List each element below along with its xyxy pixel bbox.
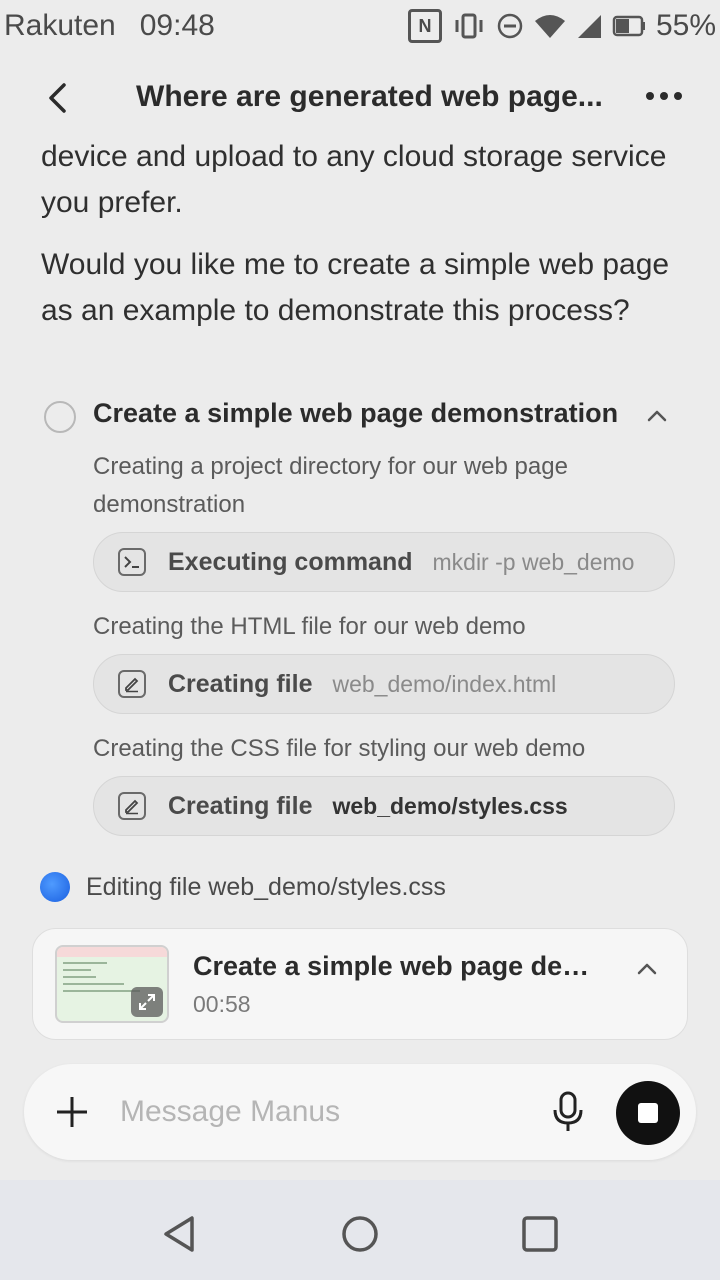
expand-icon[interactable] (131, 987, 163, 1017)
task-card-title: Create a simple web page demonstration (193, 951, 613, 981)
stop-button[interactable] (616, 1081, 680, 1145)
action-argument: web_demo/styles.css (332, 792, 568, 819)
file-preview-thumbnail[interactable] (55, 945, 169, 1023)
chevron-up-icon[interactable] (645, 404, 669, 428)
action-label: Creating file (168, 669, 313, 698)
status-icons: N 55% (407, 9, 716, 43)
terminal-icon (118, 548, 146, 576)
carrier-label: Rakuten (4, 9, 116, 42)
message-paragraph: Would you like me to create a simple web… (41, 248, 670, 327)
message-paragraph: device and upload to any cloud storage s… (41, 140, 667, 219)
back-chevron-icon[interactable] (38, 78, 78, 118)
system-navigation-bar (0, 1180, 720, 1280)
action-label: Executing command (168, 547, 413, 576)
clock: 09:48 (139, 9, 215, 42)
microphone-icon[interactable] (550, 1090, 586, 1134)
more-dots-icon[interactable] (644, 82, 684, 112)
page-title: Where are generated web page... (136, 80, 603, 113)
action-label: Creating file (168, 791, 313, 820)
battery-percent: 55% (655, 9, 716, 42)
action-argument: web_demo/index.html (332, 670, 557, 697)
do-not-disturb-icon (496, 12, 524, 40)
stop-icon (638, 1103, 658, 1123)
task-title[interactable]: Create a simple web page demonstration (93, 398, 618, 429)
edit-file-icon (118, 670, 146, 698)
nav-home-icon[interactable] (338, 1212, 382, 1256)
wifi-icon (534, 13, 566, 39)
chevron-up-icon[interactable] (635, 957, 659, 981)
message-composer (24, 1064, 696, 1160)
nav-back-icon[interactable] (158, 1212, 202, 1256)
action-argument: mkdir -p web_demo (432, 548, 635, 575)
task-elapsed-time: 00:58 (193, 991, 251, 1017)
edit-file-icon (118, 792, 146, 820)
chat-header: Where are generated web page... (0, 60, 720, 134)
add-attachment-icon[interactable] (52, 1092, 92, 1132)
action-pill[interactable]: Executing command mkdir -p web_demo (93, 532, 675, 592)
editing-status-text: Editing file web_demo/styles.css (86, 872, 446, 901)
step-description: Creating the HTML file for our web demo (93, 613, 526, 640)
activity-indicator-icon (40, 872, 70, 902)
task-progress-card[interactable]: Create a simple web page demonstration 0… (32, 928, 688, 1040)
action-pill[interactable]: Creating file web_demo/index.html (93, 654, 675, 714)
nav-recents-icon[interactable] (518, 1212, 562, 1256)
vibrate-icon (452, 11, 486, 41)
status-bar: Rakuten 09:48 N 55% (0, 0, 720, 52)
signal-icon (576, 13, 602, 39)
step-description: Creating the CSS file for styling our we… (93, 735, 586, 762)
nfc-icon: N (407, 9, 442, 43)
task-status-circle (44, 401, 76, 433)
editing-status: Editing file web_demo/styles.css (40, 872, 446, 902)
message-input[interactable] (120, 1090, 530, 1134)
step-description: Creating a project directory for our web… (93, 453, 568, 518)
battery-icon (612, 14, 646, 38)
action-pill[interactable]: Creating file web_demo/styles.css (93, 776, 675, 836)
